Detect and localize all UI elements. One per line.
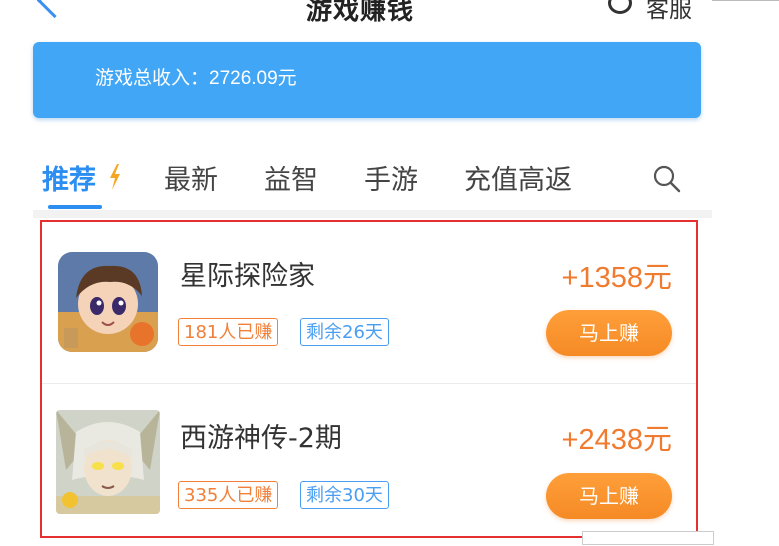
game-list: 星际探险家 181人已赚 剩余26天 +1358元 马上赚 西游神传-2期 33… xyxy=(40,220,698,538)
earn-now-button[interactable]: 马上赚 xyxy=(546,473,672,519)
customer-service-icon[interactable] xyxy=(608,0,632,14)
reward-amount: +2438元 xyxy=(561,424,672,456)
tab-mobile-games[interactable]: 手游 xyxy=(364,158,418,197)
remaining-days-badge: 剩余30天 xyxy=(300,481,389,509)
explorer-avatar-icon xyxy=(58,252,158,352)
top-nav-bar: 游戏赚钱 客服 xyxy=(0,0,779,30)
game-title: 星际探险家 xyxy=(180,261,315,292)
earn-now-button[interactable]: 马上赚 xyxy=(546,310,672,356)
back-arrow-icon[interactable] xyxy=(36,0,73,19)
tab-latest[interactable]: 最新 xyxy=(164,158,218,197)
reward-amount: +1358元 xyxy=(561,262,672,294)
participants-badge: 181人已赚 xyxy=(178,318,279,346)
monkey-king-avatar-icon xyxy=(56,410,160,514)
tab-recommend[interactable]: 推荐 xyxy=(42,158,96,197)
lightning-icon xyxy=(110,164,120,190)
blank-margin xyxy=(712,0,779,540)
participants-badge: 335人已赚 xyxy=(178,481,279,509)
divider xyxy=(712,0,779,1)
game-thumbnail[interactable] xyxy=(58,252,158,352)
section-divider xyxy=(33,210,712,218)
page-title: 游戏赚钱 xyxy=(306,0,415,26)
row-divider xyxy=(42,383,696,384)
game-thumbnail[interactable] xyxy=(56,410,160,514)
list-item[interactable]: 西游神传-2期 335人已赚 剩余30天 +2438元 马上赚 xyxy=(42,386,696,546)
search-icon[interactable] xyxy=(652,164,682,194)
active-tab-indicator xyxy=(48,205,102,209)
income-banner: 游戏总收入：2726.09元 xyxy=(33,42,701,118)
list-item[interactable]: 星际探险家 181人已赚 剩余26天 +1358元 马上赚 xyxy=(42,222,696,384)
game-title: 西游神传-2期 xyxy=(180,423,342,454)
total-income-text: 游戏总收入：2726.09元 xyxy=(95,68,297,89)
tab-recharge-rebate[interactable]: 充值高返 xyxy=(464,158,572,197)
customer-service-button[interactable]: 客服 xyxy=(646,0,692,24)
category-tabs: 推荐 最新 益智 手游 充值高返 xyxy=(0,150,712,212)
remaining-days-badge: 剩余26天 xyxy=(300,318,389,346)
overlay-fragment xyxy=(582,531,714,545)
tab-puzzle[interactable]: 益智 xyxy=(264,158,318,197)
